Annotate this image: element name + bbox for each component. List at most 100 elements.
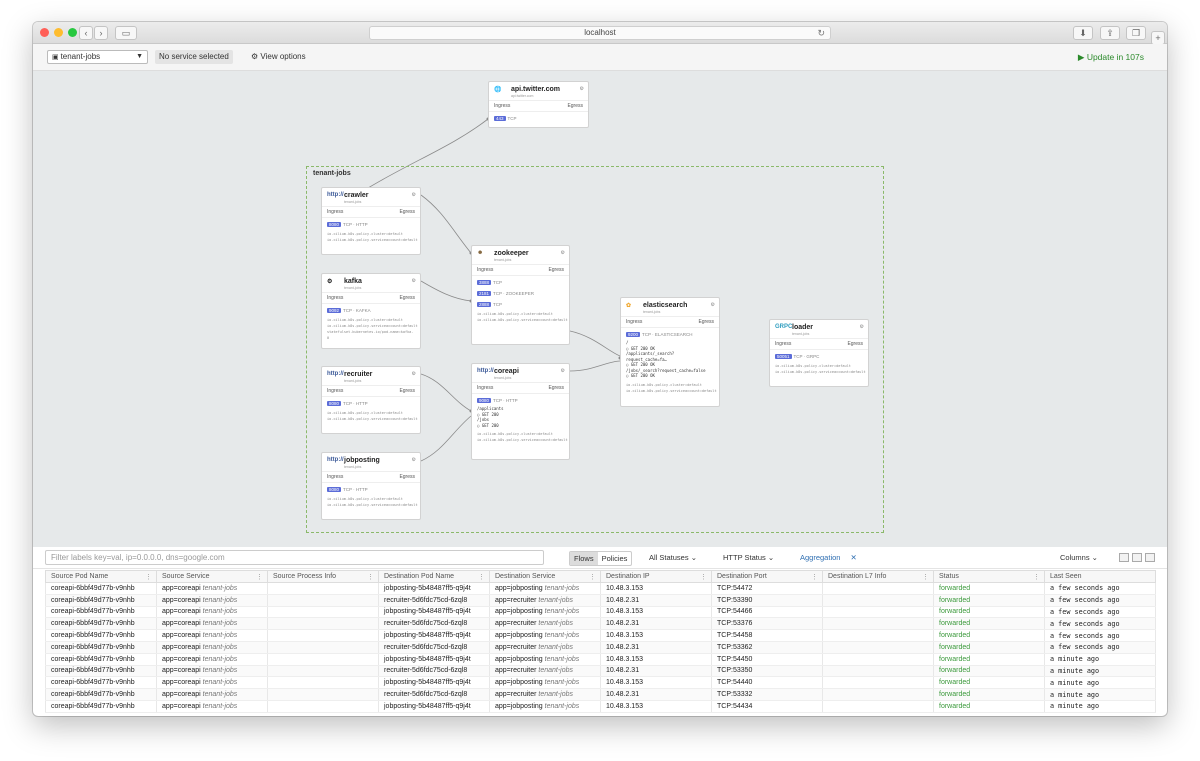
view-options-button[interactable]: ⚙ View options bbox=[251, 50, 306, 64]
source-service-cell: app=coreapi tenant-jobs bbox=[156, 606, 268, 619]
table-row[interactable]: coreapi-6bbf49d77b-v9nhb app=coreapi tena… bbox=[45, 617, 1156, 631]
back-button[interactable]: ‹ bbox=[79, 26, 93, 40]
table-row[interactable]: coreapi-6bbf49d77b-v9nhb app=coreapi tena… bbox=[45, 653, 1156, 666]
table-row[interactable]: coreapi-6bbf49d77b-v9nhb app=coreapi tena… bbox=[45, 676, 1156, 690]
column-menu-icon[interactable]: ⋮ bbox=[700, 573, 707, 581]
service-card-loader[interactable]: GRPC loader tenant-jobs ⚙ Ingress Egress… bbox=[769, 319, 869, 387]
close-icon[interactable]: ✕ bbox=[851, 553, 857, 562]
service-card-recruiter[interactable]: http:// recruiter tenant-jobs ⚙ Ingress … bbox=[321, 366, 421, 434]
status-filter-dropdown[interactable]: All Statuses ⌄ bbox=[649, 552, 697, 564]
table-row[interactable]: coreapi-6bbf49d77b-v9nhb app=coreapi tena… bbox=[45, 629, 1156, 642]
tab-flows[interactable]: Flows bbox=[570, 552, 598, 565]
window-controls bbox=[40, 28, 77, 37]
card-settings-icon[interactable]: ⚙ bbox=[711, 302, 715, 308]
aggregation-toggle[interactable]: Aggregation ✕ bbox=[800, 552, 857, 564]
column-menu-icon[interactable]: ⋮ bbox=[922, 573, 929, 581]
status-cell: forwarded bbox=[933, 617, 1045, 631]
service-card-elasticsearch[interactable]: ✿ elasticsearch tenant-jobs ⚙ Ingress Eg… bbox=[620, 297, 720, 407]
filter-input[interactable]: Filter labels key=val, ip=0.0.0.0, dns=g… bbox=[45, 550, 544, 565]
column-header[interactable]: Destination L7 Info ⋮ bbox=[822, 570, 934, 583]
column-header[interactable]: Status ⋮ bbox=[933, 570, 1045, 583]
update-button[interactable]: ▶ Update in 107s bbox=[1078, 50, 1144, 64]
column-header[interactable]: Source Pod Name ⋮ bbox=[45, 570, 157, 583]
card-settings-icon[interactable]: ⚙ bbox=[412, 371, 416, 377]
layout-full-icon[interactable] bbox=[1145, 553, 1155, 562]
last-seen-cell: a minute ago bbox=[1044, 700, 1156, 713]
column-header[interactable]: Destination Pod Name ⋮ bbox=[378, 570, 490, 583]
column-menu-icon[interactable]: ⋮ bbox=[811, 573, 818, 581]
forward-button[interactable]: › bbox=[94, 26, 108, 40]
reload-icon[interactable]: ↻ bbox=[817, 27, 825, 39]
address-bar[interactable]: localhost ↻ bbox=[369, 26, 831, 40]
column-header[interactable]: Source Process Info ⋮ bbox=[267, 570, 379, 583]
table-row[interactable]: coreapi-6bbf49d77b-v9nhb app=coreapi tena… bbox=[45, 641, 1156, 654]
card-settings-icon[interactable]: ⚙ bbox=[860, 324, 864, 330]
card-settings-icon[interactable]: ⚙ bbox=[580, 86, 584, 92]
service-selection[interactable]: No service selected bbox=[155, 50, 233, 64]
table-row[interactable]: coreapi-6bbf49d77b-v9nhb app=coreapi tena… bbox=[45, 688, 1156, 701]
destination-l7-cell bbox=[822, 665, 934, 678]
service-card-zookeeper[interactable]: ☻ zookeeper tenant-jobs ⚙ Ingress Egress… bbox=[471, 245, 570, 345]
service-map[interactable]: tenant-jobs 🌐 api.twitter.com api.twitte… bbox=[33, 71, 1167, 547]
service-subtitle: tenant-jobs bbox=[344, 379, 362, 383]
status-cell: forwarded bbox=[933, 688, 1045, 701]
close-window-button[interactable] bbox=[40, 28, 49, 37]
source-service-cell: app=coreapi tenant-jobs bbox=[156, 629, 268, 642]
column-header[interactable]: Source Service ⋮ bbox=[156, 570, 268, 583]
http-status-dropdown[interactable]: HTTP Status ⌄ bbox=[723, 552, 774, 564]
service-card-crawler[interactable]: http:// crawler tenant-jobs ⚙ Ingress Eg… bbox=[321, 187, 421, 255]
destination-pod-cell: jobposting-5b48487ff5-q9j4t bbox=[378, 700, 490, 713]
service-card-kafka[interactable]: ⚙ kafka tenant-jobs ⚙ Ingress Egress 909… bbox=[321, 273, 421, 349]
service-card-coreapi[interactable]: http:// coreapi tenant-jobs ⚙ Ingress Eg… bbox=[471, 363, 570, 460]
table-row[interactable]: coreapi-6bbf49d77b-v9nhb app=coreapi tena… bbox=[45, 594, 1156, 607]
table-row[interactable]: coreapi-6bbf49d77b-v9nhb app=coreapi tena… bbox=[45, 700, 1156, 713]
minimize-window-button[interactable] bbox=[54, 28, 63, 37]
card-settings-icon[interactable]: ⚙ bbox=[561, 368, 565, 374]
destination-service-cell: app=recruiter tenant-jobs bbox=[489, 688, 601, 701]
service-card-jobposting[interactable]: http:// jobposting tenant-jobs ⚙ Ingress… bbox=[321, 452, 421, 520]
zookeeper-icon: ☻ bbox=[477, 250, 484, 256]
card-settings-icon[interactable]: ⚙ bbox=[412, 278, 416, 284]
ingress-egress: Ingress Egress bbox=[322, 471, 420, 483]
new-tab-button[interactable]: + bbox=[1151, 31, 1165, 45]
service-app-label: app=recruiter bbox=[495, 667, 539, 675]
maximize-window-button[interactable] bbox=[68, 28, 77, 37]
destination-port-cell: TCP:54458 bbox=[711, 629, 823, 642]
column-menu-icon[interactable]: ⋮ bbox=[478, 573, 485, 581]
destination-port-cell: TCP:53376 bbox=[711, 617, 823, 631]
table-row[interactable]: coreapi-6bbf49d77b-v9nhb app=coreapi tena… bbox=[45, 665, 1156, 678]
column-header[interactable]: Destination IP ⋮ bbox=[600, 570, 712, 583]
card-settings-icon[interactable]: ⚙ bbox=[412, 457, 416, 463]
column-header[interactable]: Last Seen bbox=[1044, 570, 1156, 583]
last-seen-cell: a few seconds ago bbox=[1044, 582, 1156, 595]
column-header[interactable]: Destination Service ⋮ bbox=[489, 570, 601, 583]
table-row[interactable]: coreapi-6bbf49d77b-v9nhb app=coreapi tena… bbox=[45, 606, 1156, 619]
table-row[interactable]: coreapi-6bbf49d77b-v9nhb app=coreapi tena… bbox=[45, 582, 1156, 595]
column-header-label: Destination Port bbox=[717, 573, 767, 580]
column-menu-icon[interactable]: ⋮ bbox=[145, 573, 152, 581]
share-icon[interactable]: ⇪ bbox=[1100, 26, 1120, 40]
column-menu-icon[interactable]: ⋮ bbox=[589, 573, 596, 581]
columns-dropdown[interactable]: Columns ⌄ bbox=[1060, 552, 1098, 564]
column-menu-icon[interactable]: ⋮ bbox=[1033, 573, 1040, 581]
sidebar-toggle-icon[interactable]: ▭ bbox=[115, 26, 137, 40]
layout-compact-icon[interactable] bbox=[1119, 553, 1129, 562]
card-settings-icon[interactable]: ⚙ bbox=[561, 250, 565, 256]
chevron-down-icon: ⌄ bbox=[1089, 553, 1098, 562]
last-seen-cell: a minute ago bbox=[1044, 676, 1156, 690]
source-pod-cell: coreapi-6bbf49d77b-v9nhb bbox=[45, 629, 157, 642]
namespace-select[interactable]: ▣ tenant-jobs ▼ bbox=[47, 50, 148, 64]
egress-label: Egress bbox=[399, 388, 415, 394]
card-settings-icon[interactable]: ⚙ bbox=[412, 192, 416, 198]
column-menu-icon[interactable]: ⋮ bbox=[256, 573, 263, 581]
port-protocol: TCP bbox=[493, 280, 503, 285]
last-seen-cell: a minute ago bbox=[1044, 665, 1156, 678]
layout-split-icon[interactable] bbox=[1132, 553, 1142, 562]
tab-policies[interactable]: Policies bbox=[598, 552, 632, 565]
tabs-overview-icon[interactable]: ❐ bbox=[1126, 26, 1146, 40]
download-icon[interactable]: ⬇ bbox=[1073, 26, 1093, 40]
port-protocol: TCP bbox=[507, 116, 517, 121]
column-header[interactable]: Destination Port ⋮ bbox=[711, 570, 823, 583]
column-menu-icon[interactable]: ⋮ bbox=[367, 573, 374, 581]
service-card-twitter[interactable]: 🌐 api.twitter.com api.twitter.com ⚙ Ingr… bbox=[488, 81, 589, 128]
